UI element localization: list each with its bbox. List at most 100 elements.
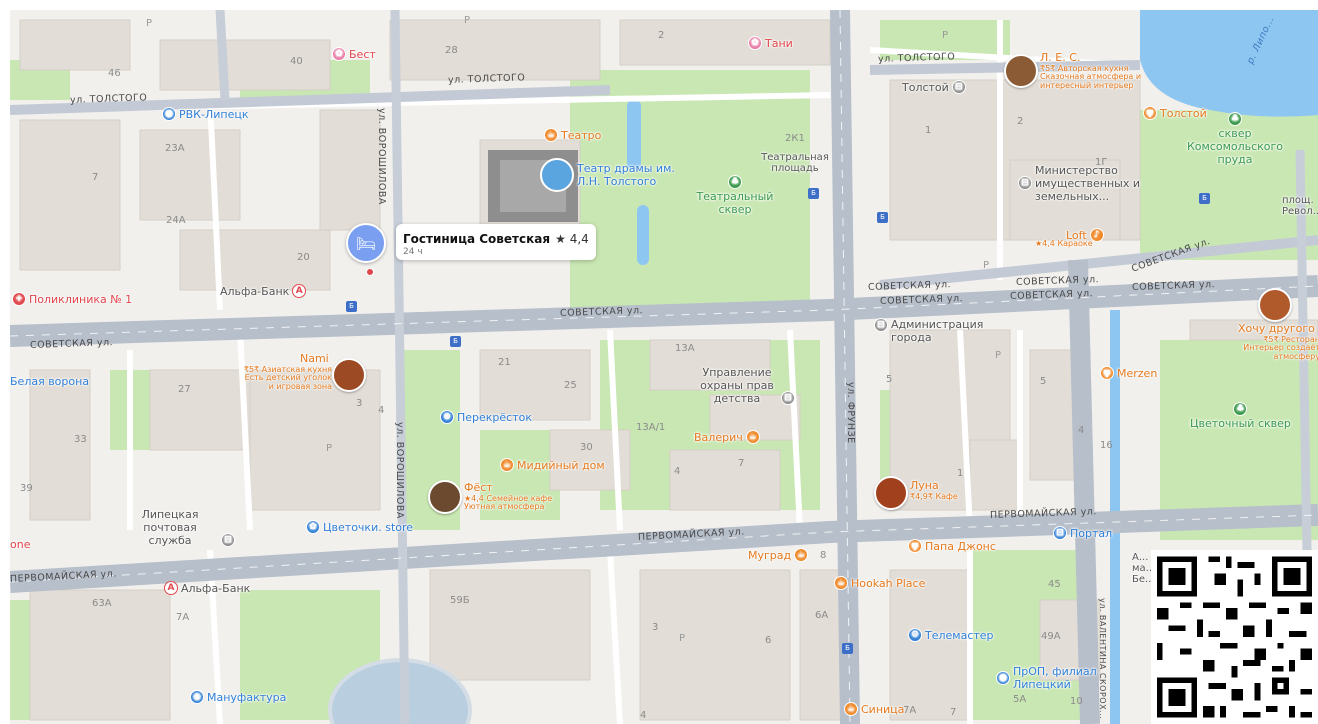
cup-icon: ☕ — [834, 576, 848, 590]
house-number: 8 — [820, 550, 827, 561]
poi-label: Телемастер — [925, 628, 994, 642]
bus-stop-icon[interactable]: Б — [877, 212, 888, 223]
poi-label: Муград — [748, 548, 792, 562]
poi-alfa-bank-1[interactable]: A Альфа-Банк — [220, 284, 307, 298]
house-number: 7А — [176, 612, 190, 623]
poi-skver-komsomol[interactable]: ♣ сквер Комсомольского пруда — [1185, 112, 1285, 166]
poi-midiyny-dom[interactable]: ☕ Мидийный дом — [500, 458, 605, 472]
bank-icon: A — [164, 581, 178, 595]
poi-hochu-name[interactable]: Хочу другого — [1238, 322, 1315, 335]
medical-cross-icon: + — [12, 292, 26, 306]
tree-icon: ♣ — [1233, 402, 1248, 416]
poi-manufaktura[interactable]: ◉ Мануфактура — [190, 690, 286, 704]
luna-photo[interactable] — [874, 476, 908, 510]
poi-les-desc: ₹5₹ Авторская кухня Сказочная атмосфера … — [1040, 64, 1142, 90]
poi-fest-name[interactable]: Фёст — [464, 481, 493, 494]
poi-label: Театро — [561, 128, 602, 142]
house-number: 46 — [108, 68, 121, 79]
poi-papa-johns[interactable]: ψ Папа Джонс — [908, 539, 996, 553]
poi-one[interactable]: one — [10, 538, 30, 551]
shopping-icon: ◉ — [190, 690, 204, 704]
city-map[interactable]: 40 28 2 46 23А 7 24А 20 2К1 1 2 1Г 21 25… — [10, 10, 1318, 724]
house-number: 23А — [165, 143, 185, 154]
poi-poliklinika[interactable]: + Поликлиника № 1 — [12, 292, 132, 306]
house-number: 39 — [20, 483, 33, 494]
poi-prop[interactable]: ● ПрОП, филиал Липецкий — [996, 665, 1105, 691]
poi-label: Перекрёсток — [457, 410, 533, 424]
poi-label: Папа Джонс — [925, 539, 996, 553]
poi-tani[interactable]: ✿ Тани — [748, 36, 793, 50]
poi-best[interactable]: ✿ Бест — [332, 47, 376, 61]
fest-photo[interactable] — [428, 480, 462, 514]
poi-tolstoy-center[interactable]: ⊟ Толстой — [902, 80, 966, 94]
poi-label: Театральный сквер — [696, 190, 774, 216]
poi-label: РВК-Липецк — [179, 107, 249, 121]
building-icon: ● — [162, 107, 176, 121]
poi-label: Бест — [349, 47, 376, 61]
poi-murgrad[interactable]: ☕ Муград — [748, 548, 809, 562]
poi-teatral-skver[interactable]: ♣ Театральный сквер — [690, 175, 780, 216]
house-number: 7 — [950, 707, 957, 718]
bus-stop-icon[interactable]: Б — [842, 643, 853, 654]
poi-belaya-vorona[interactable]: Белая ворона — [10, 375, 89, 388]
poi-cvetochki-store[interactable]: ✿ Цветочки. store — [306, 520, 413, 534]
house-number: 3 — [356, 398, 363, 409]
bus-stop-icon[interactable]: Б — [808, 188, 819, 199]
cart-icon: ⊕ — [440, 410, 454, 424]
map-viewport: 40 28 2 46 23А 7 24А 20 2К1 1 2 1Г 21 25… — [0, 0, 1318, 724]
poi-lipetsk-post[interactable]: Липецкая почтовая служба ⊟ — [122, 508, 235, 547]
poi-alfa-bank-2[interactable]: A Альфа-Банк — [164, 581, 250, 595]
poi-cvetochny-skver[interactable]: ♣ Цветочный сквер — [1190, 402, 1291, 430]
poi-portal[interactable]: ⊟ Портал — [1053, 526, 1112, 540]
house-number: 7 — [738, 458, 745, 469]
poi-merzen[interactable]: ψ Merzen — [1100, 366, 1157, 380]
tree-icon: ♣ — [728, 175, 742, 189]
cup-icon: ☕ — [794, 548, 809, 562]
poi-luna-desc: ₹4,9₹ Кафе — [910, 492, 958, 501]
house-number: 49А — [1041, 631, 1061, 642]
house-number: 6 — [765, 635, 772, 646]
hochu-photo[interactable] — [1258, 288, 1292, 322]
poi-perekrestok[interactable]: ⊕ Перекрёсток — [440, 410, 532, 424]
poi-hookah-place[interactable]: ☕ Hookah Place — [834, 576, 925, 590]
poi-label: Альфа-Банк — [181, 581, 251, 595]
cup-icon: ☕ — [844, 702, 858, 716]
hotel-location-dot — [366, 268, 374, 276]
qr-code — [1151, 550, 1318, 724]
street-label: ул. ВОРОШИЛОВА — [376, 108, 387, 205]
poi-upravlenie[interactable]: Управление охраны прав детства ⊟ — [696, 366, 795, 405]
poi-label: Министерство имущественных и земельных..… — [1035, 164, 1141, 203]
poi-valerich[interactable]: ☕ Валерич — [694, 430, 760, 444]
building-icon: ● — [996, 671, 1010, 685]
bus-stop-icon[interactable]: Б — [450, 336, 461, 347]
poi-teatro[interactable]: ☕ Театро — [544, 128, 601, 142]
building-icon: ⊟ — [1018, 176, 1032, 190]
poi-telemaster[interactable]: ⚙ Телемастер — [908, 628, 994, 642]
nami-photo[interactable] — [332, 358, 366, 392]
les-photo[interactable] — [1004, 54, 1038, 88]
hotel-bed-icon[interactable]: 🛏 — [346, 223, 386, 263]
bus-stop-icon[interactable]: Б — [346, 301, 357, 312]
poi-nami-name[interactable]: Nami — [300, 352, 329, 365]
poi-admin[interactable]: ⊟ Администрация города — [874, 318, 991, 344]
hotel-callout[interactable]: Гостиница Советская ★ 4,4 24 ч — [396, 224, 596, 260]
house-number: 13А/1 — [636, 422, 666, 433]
tree-icon: ♣ — [1228, 112, 1242, 126]
poi-rvk[interactable]: ● РВК-Липецк — [162, 107, 248, 121]
cup-icon: ☕ — [544, 128, 558, 142]
poi-label: Альфа-Банк — [220, 284, 290, 298]
parking-sign: Р — [679, 633, 686, 644]
house-number: 4 — [378, 405, 385, 416]
bus-stop-icon[interactable]: Б — [1199, 193, 1210, 204]
poi-label: Merzen — [1117, 366, 1158, 380]
poi-theater[interactable]: Театр драмы им. Л.Н. Толстого — [540, 158, 687, 192]
building-icon: ⊟ — [221, 533, 235, 547]
house-number: 6А — [815, 610, 829, 621]
house-number: 4 — [674, 466, 681, 477]
poi-ministry[interactable]: ⊟ Министерство имущественных и земельных… — [1018, 164, 1145, 203]
poi-label: Цветочный сквер — [1190, 417, 1291, 430]
house-number: 2К1 — [785, 133, 805, 144]
poi-luna-name[interactable]: Луна — [910, 479, 939, 492]
poi-les-name[interactable]: Л. Е. С. — [1040, 51, 1080, 64]
poi-sinitsa[interactable]: ☕ Синица — [844, 702, 904, 716]
